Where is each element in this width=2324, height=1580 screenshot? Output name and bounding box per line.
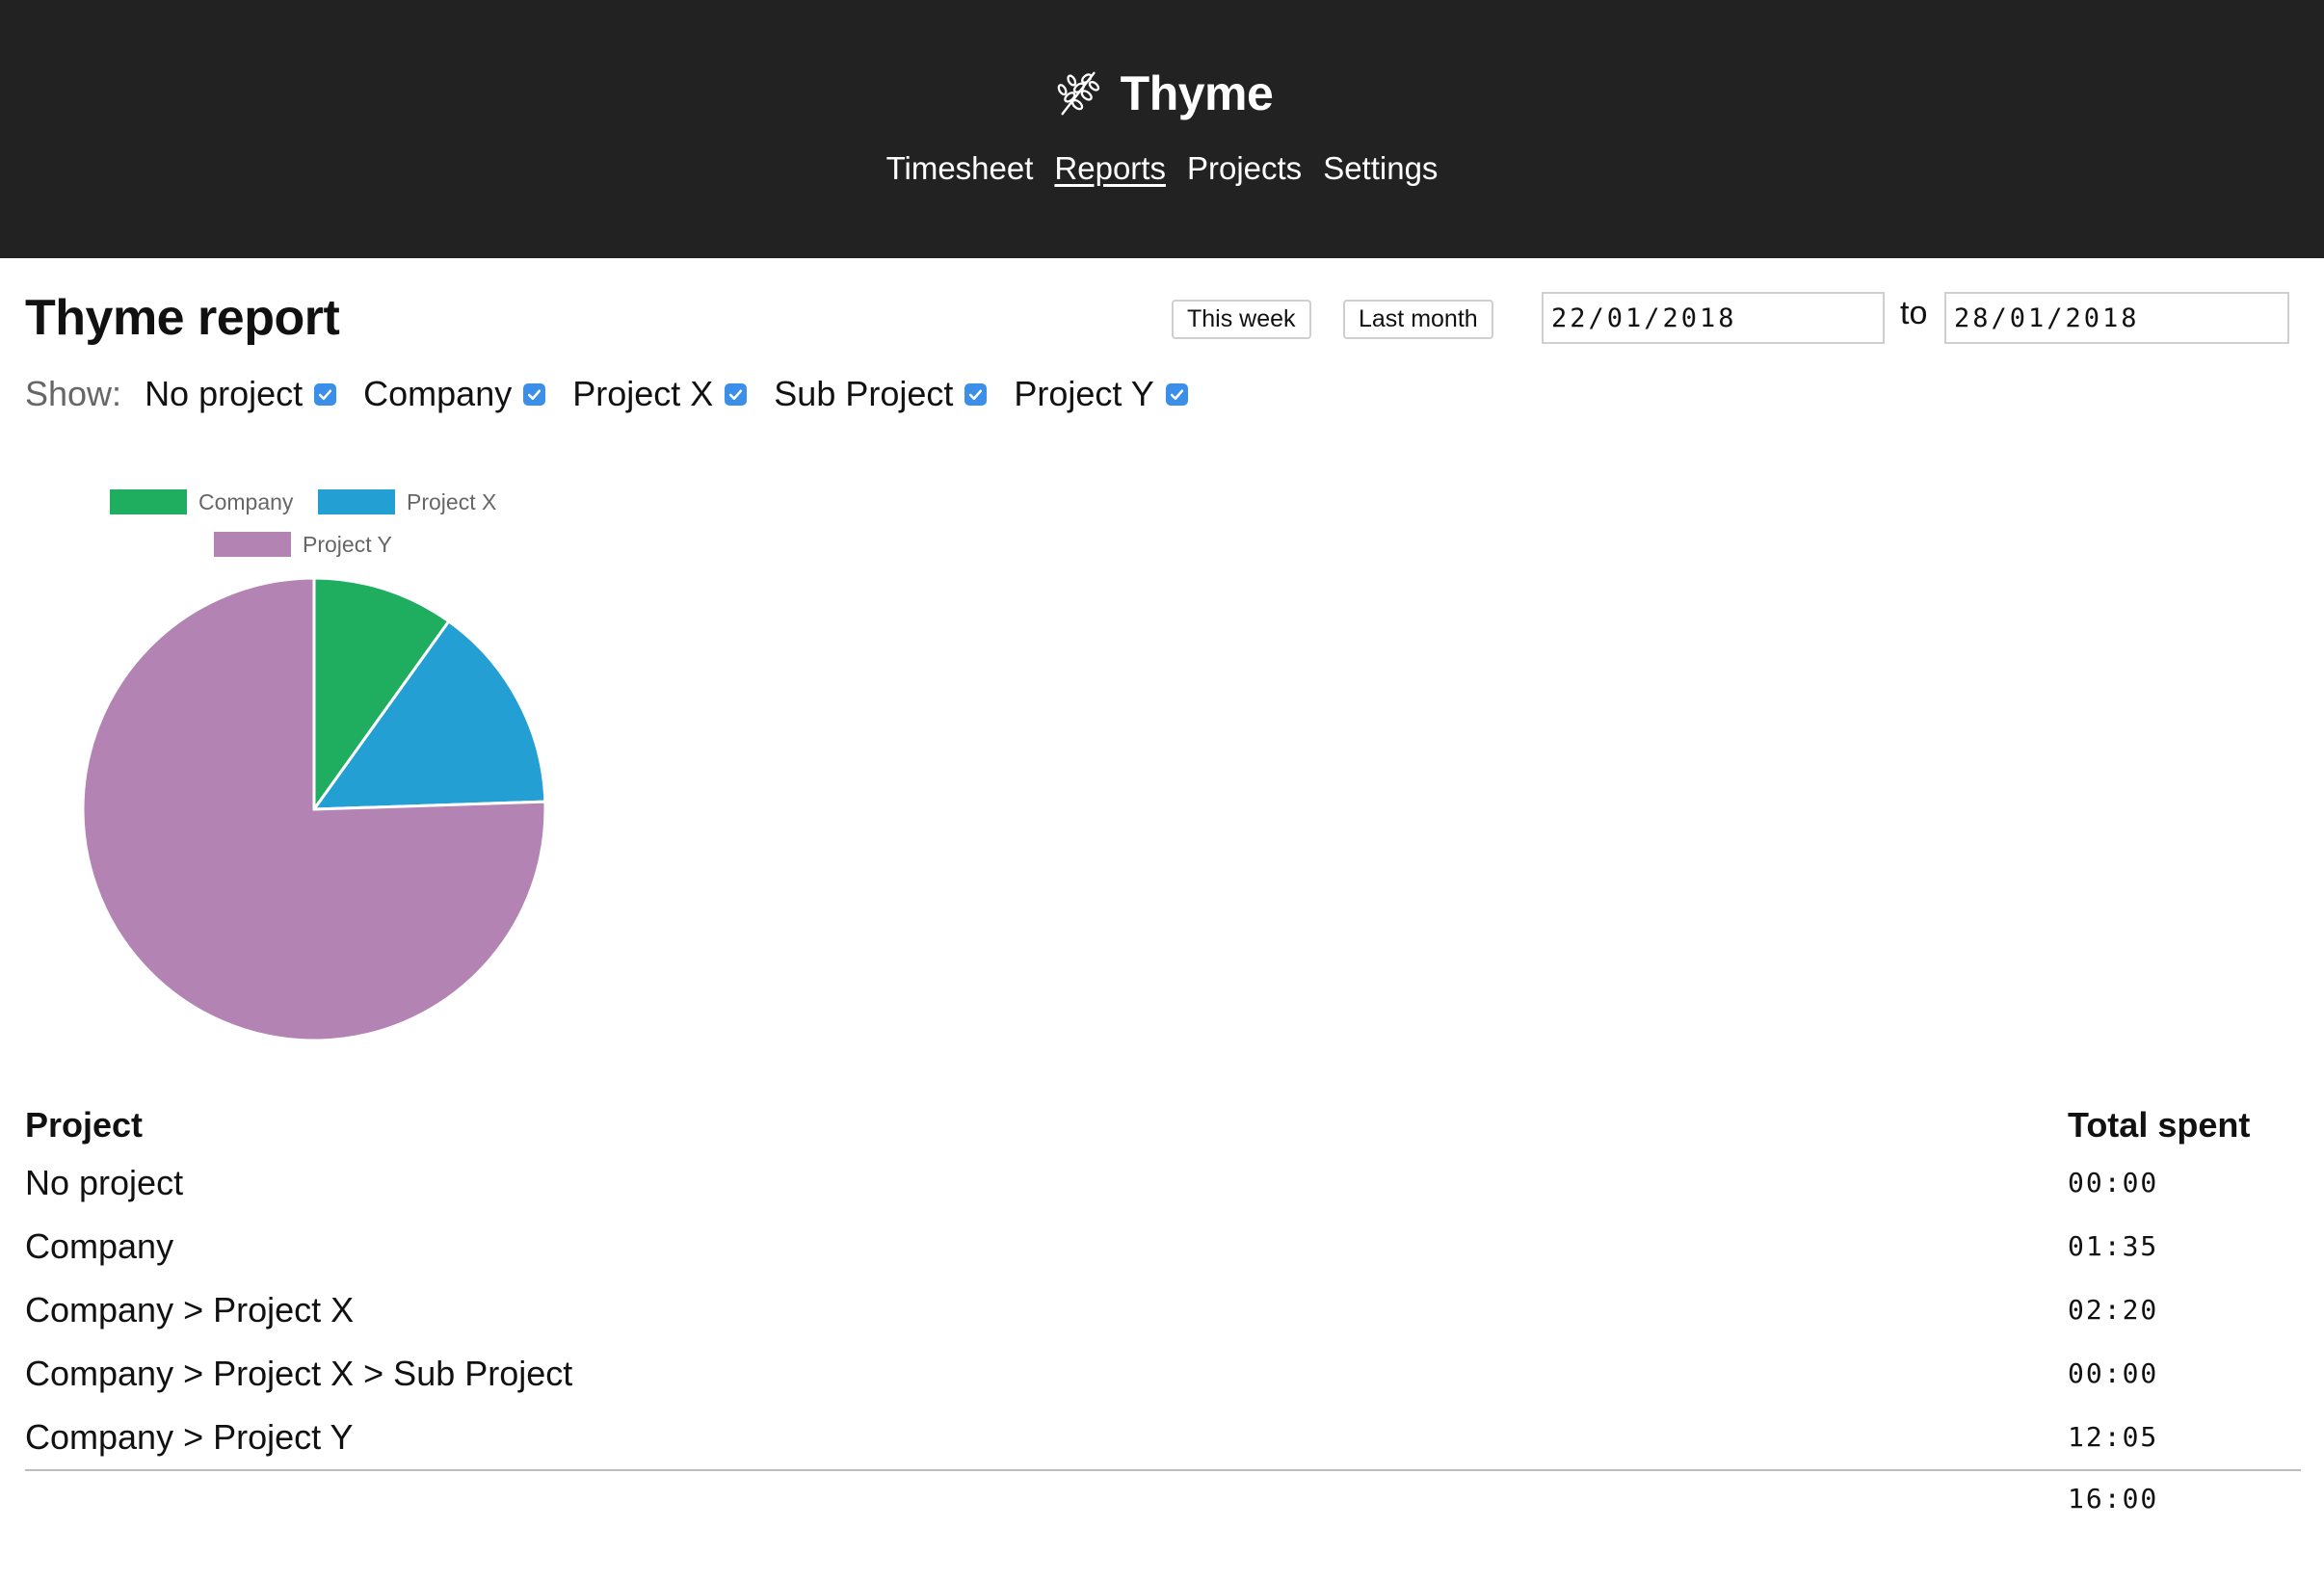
filter-checkbox[interactable] — [1165, 382, 1188, 406]
project-name: No project — [25, 1163, 184, 1202]
table-row: Company > Project X 02:20 — [25, 1286, 2301, 1350]
filter-label: Company — [363, 374, 513, 413]
filter-company[interactable]: Company — [363, 374, 546, 414]
legend-label[interactable]: Project X — [407, 489, 496, 514]
nav-reports[interactable]: Reports — [1054, 150, 1166, 187]
legend-swatch[interactable] — [318, 489, 395, 514]
report-table: Project Total spent No project 00:00 Com… — [25, 1103, 2301, 1535]
filter-project-y[interactable]: Project Y — [1014, 374, 1188, 414]
date-range-to-label: to — [1900, 295, 1928, 331]
checkmark-icon — [1170, 389, 1183, 400]
table-row: Company > Project Y 12:05 — [25, 1413, 2301, 1477]
legend-swatch[interactable] — [110, 489, 187, 514]
pie-chart-svg: Company Project X Project Y — [81, 489, 547, 1042]
date-from-input[interactable] — [1542, 292, 1885, 344]
filter-no-project[interactable]: No project — [145, 374, 337, 414]
main-nav: Timesheet Reports Projects Settings — [0, 150, 2324, 187]
filter-label: No project — [145, 374, 304, 413]
table-row: Company > Project X > Sub Project 00:00 — [25, 1350, 2301, 1413]
legend-label[interactable]: Project Y — [303, 532, 392, 557]
brand[interactable]: Thyme — [0, 66, 2324, 121]
last-month-button[interactable]: Last month — [1343, 300, 1493, 339]
project-name: Company — [25, 1226, 174, 1266]
checkmark-icon — [528, 389, 541, 400]
table-row: Company 01:35 — [25, 1223, 2301, 1286]
filter-sub-project[interactable]: Sub Project — [774, 374, 988, 414]
legend-label[interactable]: Company — [198, 489, 294, 514]
filter-checkbox[interactable] — [523, 382, 546, 406]
project-name: Company > Project X > Sub Project — [25, 1354, 573, 1393]
date-to-input[interactable] — [1944, 292, 2289, 344]
time-pie-chart: Company Project X Project Y — [58, 472, 578, 1069]
project-total: 00:00 — [2068, 1167, 2159, 1198]
total-spent-column-header: Total spent — [2068, 1105, 2251, 1145]
project-total: 12:05 — [2068, 1421, 2159, 1453]
table-row: No project 00:00 — [25, 1159, 2301, 1223]
filter-project-x[interactable]: Project X — [572, 374, 748, 414]
checkmark-icon — [729, 389, 743, 400]
checkmark-icon — [969, 389, 983, 400]
this-week-button[interactable]: This week — [1172, 300, 1311, 339]
filter-checkbox[interactable] — [964, 382, 988, 406]
nav-projects[interactable]: Projects — [1187, 150, 1302, 187]
grand-total: 16:00 — [2068, 1483, 2159, 1514]
filter-label: Project X — [572, 374, 714, 413]
legend-swatch[interactable] — [214, 532, 291, 557]
project-total: 02:20 — [2068, 1294, 2159, 1326]
nav-timesheet[interactable]: Timesheet — [886, 150, 1034, 187]
filter-label: Sub Project — [774, 374, 954, 413]
filter-label: Project Y — [1014, 374, 1154, 413]
table-header-row: Project Total spent — [25, 1103, 2301, 1159]
filter-checkbox[interactable] — [725, 382, 748, 406]
show-label: Show: — [25, 374, 122, 413]
top-header: Thyme Timesheet Reports Projects Setting… — [0, 0, 2324, 258]
brand-name: Thyme — [1120, 66, 1274, 120]
checkmark-icon — [319, 389, 332, 400]
project-total: 01:35 — [2068, 1230, 2159, 1262]
table-total-row: 16:00 — [25, 1471, 2301, 1535]
project-name: Company > Project Y — [25, 1417, 354, 1457]
thyme-sprig-icon — [1057, 71, 1099, 116]
project-filter-row: Show: No project Company Project X Sub P… — [25, 370, 1215, 418]
project-name: Company > Project X — [25, 1290, 355, 1330]
project-column-header: Project — [25, 1105, 144, 1145]
page-title: Thyme report — [25, 290, 340, 346]
project-total: 00:00 — [2068, 1357, 2159, 1389]
filter-checkbox[interactable] — [314, 382, 337, 406]
nav-settings[interactable]: Settings — [1323, 150, 1438, 187]
